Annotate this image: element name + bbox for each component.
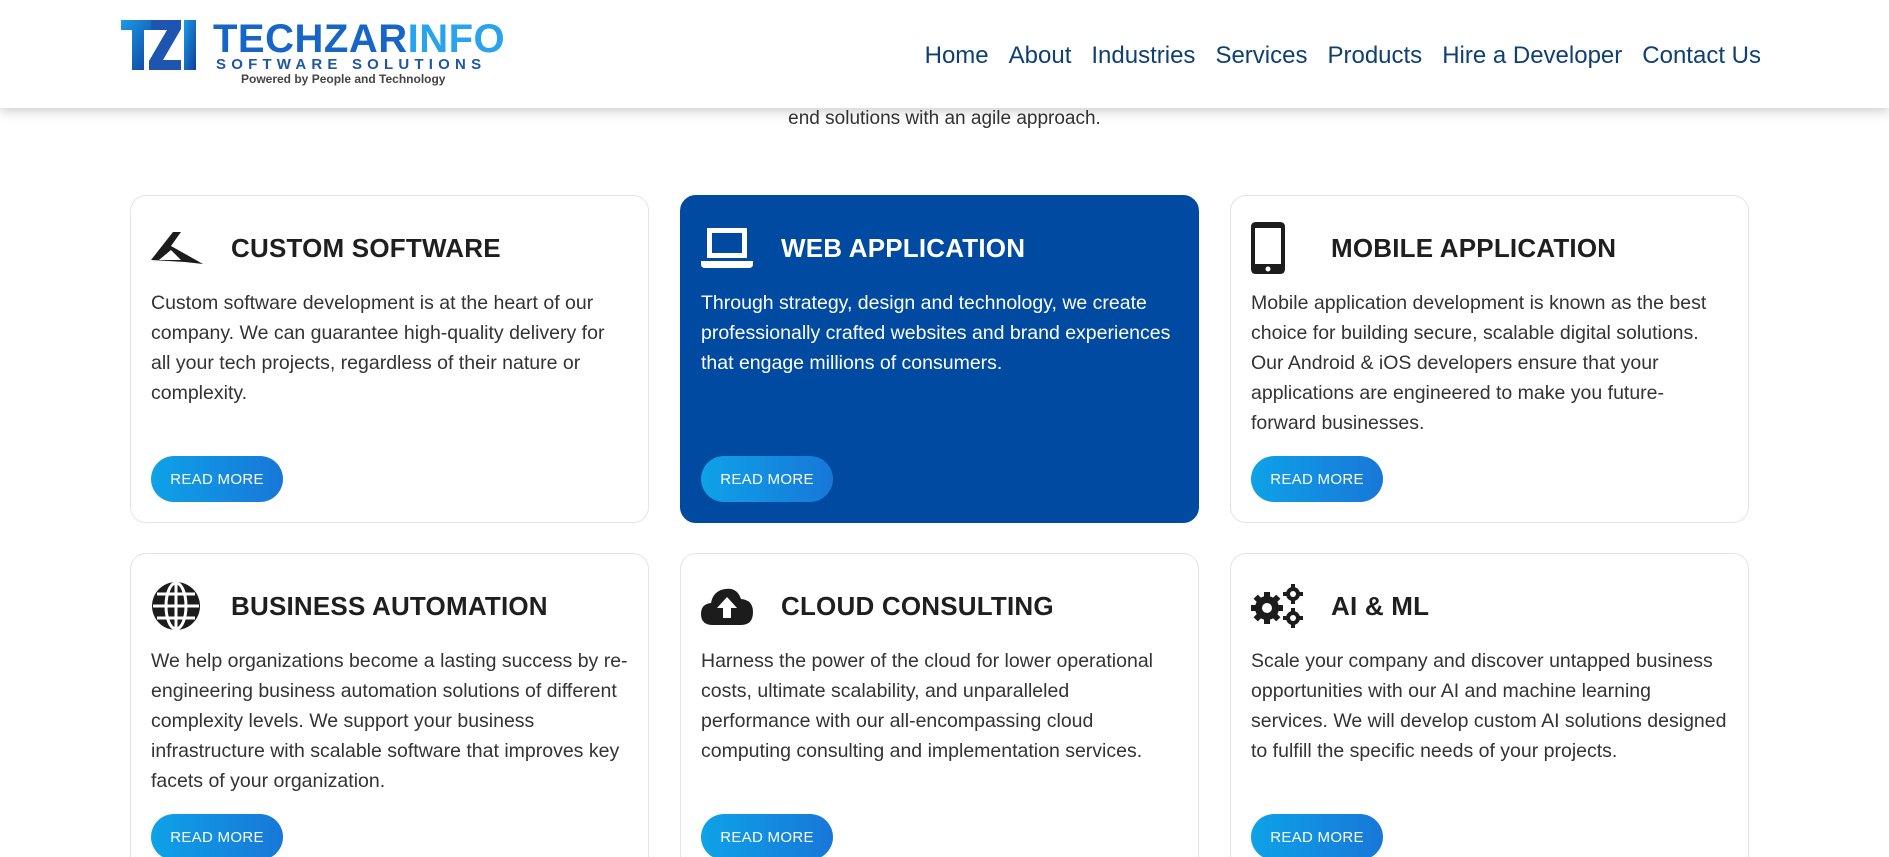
- brand-logo[interactable]: TECHZARINFO SOFTWARE SOLUTIONS Powered b…: [121, 18, 505, 88]
- intro-text: end solutions with an agile approach.: [788, 108, 1101, 129]
- laptop-icon: [701, 222, 761, 274]
- service-card-mobile-application: MOBILE APPLICATION Mobile application de…: [1230, 195, 1749, 523]
- card-description: We help organizations become a lasting s…: [151, 650, 628, 792]
- cloud-upload-icon: [701, 580, 761, 632]
- read-more-button[interactable]: READ MORE: [701, 814, 833, 857]
- card-title: MOBILE APPLICATION: [1331, 232, 1617, 263]
- card-title: WEB APPLICATION: [781, 232, 1026, 263]
- nav-about[interactable]: About: [1009, 40, 1072, 72]
- read-more-button[interactable]: READ MORE: [151, 814, 283, 857]
- paper-plane-icon: [151, 222, 211, 274]
- globe-icon: [151, 580, 211, 632]
- card-description: Scale your company and discover untapped…: [1251, 650, 1727, 762]
- nav-hire-developer[interactable]: Hire a Developer: [1442, 40, 1622, 72]
- card-title: AI & ML: [1331, 590, 1430, 621]
- logo-mark-icon: [121, 20, 196, 70]
- card-description: Harness the power of the cloud for lower…: [701, 650, 1154, 762]
- card-description: Mobile application development is known …: [1251, 292, 1707, 434]
- brand-name-part1: TECHZAR: [213, 17, 408, 61]
- brand-tagline: Powered by People and Technology: [241, 72, 446, 86]
- brand-name-part2: INFO: [407, 17, 506, 61]
- site-header: TECHZARINFO SOFTWARE SOLUTIONS Powered b…: [0, 0, 1889, 108]
- gears-icon: [1251, 580, 1311, 632]
- read-more-button[interactable]: READ MORE: [1251, 814, 1383, 857]
- read-more-button[interactable]: READ MORE: [701, 456, 833, 502]
- card-title: CUSTOM SOFTWARE: [231, 232, 501, 263]
- mobile-phone-icon: [1251, 222, 1311, 274]
- brand-name: TECHZARINFO: [213, 18, 505, 60]
- service-card-business-automation: BUSINESS AUTOMATION We help organization…: [130, 553, 649, 857]
- nav-industries[interactable]: Industries: [1091, 40, 1195, 72]
- card-description: Custom software development is at the he…: [151, 292, 605, 404]
- service-card-custom-software: CUSTOM SOFTWARE Custom software developm…: [130, 195, 649, 523]
- brand-subtitle: SOFTWARE SOLUTIONS: [216, 56, 487, 73]
- read-more-button[interactable]: READ MORE: [151, 456, 283, 502]
- service-card-ai-ml: AI & ML Scale your company and discover …: [1230, 553, 1749, 857]
- card-title: BUSINESS AUTOMATION: [231, 590, 548, 621]
- card-title: CLOUD CONSULTING: [781, 590, 1054, 621]
- nav-products[interactable]: Products: [1327, 40, 1422, 72]
- nav-contact-us[interactable]: Contact Us: [1642, 40, 1761, 72]
- read-more-button[interactable]: READ MORE: [1251, 456, 1383, 502]
- nav-home[interactable]: Home: [925, 40, 989, 72]
- service-card-cloud-consulting: CLOUD CONSULTING Harness the power of th…: [680, 553, 1199, 857]
- service-card-web-application: WEB APPLICATION Through strategy, design…: [680, 195, 1199, 523]
- main-nav: Home About Industries Services Products …: [905, 40, 1761, 72]
- nav-services[interactable]: Services: [1215, 40, 1307, 72]
- card-description: Through strategy, design and technology,…: [701, 292, 1171, 374]
